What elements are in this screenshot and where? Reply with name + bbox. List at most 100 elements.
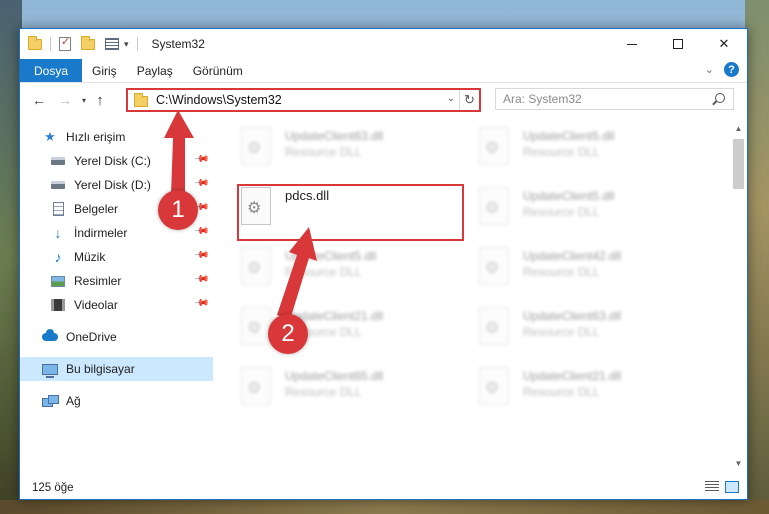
tab-view[interactable]: Görünüm [183, 59, 253, 82]
dll-file-icon [479, 247, 509, 285]
desktop-background-right [745, 0, 769, 514]
network-icon [42, 394, 59, 408]
forward-button[interactable]: → [52, 92, 78, 108]
documents-icon [50, 202, 66, 216]
sidebar-item-pictures[interactable]: Resimler 📌 [20, 269, 213, 293]
dll-file-icon [241, 127, 271, 165]
address-history-chevron-icon[interactable]: ⌄ [447, 93, 455, 104]
pin-icon[interactable]: 📌 [192, 271, 209, 288]
view-switcher [705, 481, 739, 493]
sidebar-item-label: Bu bilgisayar [66, 362, 135, 376]
pin-icon[interactable]: 📌 [192, 295, 209, 312]
minimize-icon [627, 43, 637, 45]
up-button[interactable]: ↑ [90, 92, 110, 109]
file-tile[interactable]: UpdateClient5.dll Resource DLL [479, 125, 704, 175]
desktop-background-ground [0, 500, 769, 514]
window-title: System32 [151, 37, 205, 51]
sidebar-item-this-pc[interactable]: Bu bilgisayar [20, 357, 213, 381]
downloads-icon: ↓ [54, 225, 62, 241]
vertical-scrollbar[interactable]: ▲ ▼ [731, 121, 746, 471]
sidebar-item-label: Yerel Disk (C:) [74, 154, 151, 168]
pictures-icon [50, 274, 66, 288]
minimize-button[interactable] [609, 29, 655, 59]
scroll-down-icon[interactable]: ▼ [731, 456, 746, 471]
toolbar-separator [136, 37, 138, 51]
file-name: UpdateClient5.dll [523, 189, 615, 203]
search-box[interactable]: Ara: System32 [495, 88, 734, 110]
navigation-pane: ★ Hızlı erişim Yerel Disk (C:) 📌 Yerel D… [20, 121, 213, 471]
navigation-bar: ← → ▾ ↑ C:\Windows\System32 ⌄ ↻ Ara: Sys… [20, 87, 747, 113]
address-path[interactable]: C:\Windows\System32 [156, 93, 282, 107]
maximize-icon [673, 39, 683, 49]
details-view-icon[interactable] [705, 481, 719, 493]
properties-icon[interactable] [59, 35, 71, 51]
expand-ribbon-chevron-icon[interactable]: ⌄ [705, 63, 714, 76]
file-tile[interactable]: UpdateClient21.dll Resource DLL [479, 365, 704, 415]
pin-icon[interactable]: 📌 [192, 247, 209, 264]
pin-icon[interactable]: 📌 [192, 175, 209, 192]
back-button[interactable]: ← [26, 92, 52, 108]
sidebar-item-network[interactable]: Ağ [20, 389, 213, 413]
file-type: Resource DLL [285, 265, 362, 279]
file-tile[interactable]: UpdateClient42.dll Resource DLL [479, 245, 704, 295]
close-button[interactable]: ✕ [701, 29, 747, 59]
sidebar-item-music[interactable]: ♪ Müzik 📌 [20, 245, 213, 269]
help-icon[interactable]: ? [724, 62, 739, 77]
sidebar-item-quick-access[interactable]: ★ Hızlı erişim [20, 125, 213, 149]
close-icon: ✕ [718, 36, 730, 51]
address-bar[interactable]: C:\Windows\System32 ⌄ ↻ [126, 88, 481, 112]
sidebar-item-onedrive[interactable]: OneDrive [20, 325, 213, 349]
sidebar-item-videos[interactable]: Videolar 📌 [20, 293, 213, 317]
sidebar-item-label: OneDrive [66, 330, 117, 344]
search-input[interactable]: Ara: System32 [503, 92, 582, 106]
customize-toolbar-chevron-icon[interactable]: ▾ [124, 39, 129, 50]
scroll-up-icon[interactable]: ▲ [731, 121, 746, 136]
file-type: Resource DLL [523, 265, 600, 279]
maximize-button[interactable] [655, 29, 701, 59]
step-marker-1: 1 [158, 190, 198, 230]
disk-icon [50, 154, 66, 168]
sidebar-item-label: Hızlı erişim [66, 130, 126, 144]
file-name: UpdateClient42.dll [523, 249, 622, 263]
tab-home[interactable]: Giriş [82, 59, 127, 82]
sidebar-item-local-disk-c[interactable]: Yerel Disk (C:) 📌 [20, 149, 213, 173]
pin-icon[interactable]: 📌 [192, 151, 209, 168]
new-folder-icon[interactable] [81, 35, 95, 50]
tab-file[interactable]: Dosya [20, 59, 83, 82]
item-count: 125 öğe [32, 482, 74, 494]
toolbar-separator [50, 37, 51, 51]
music-icon: ♪ [54, 249, 62, 265]
file-tile[interactable]: UpdateClient63.dll Resource DLL [241, 125, 466, 175]
file-tile[interactable]: UpdateClient63.dll Resource DLL [479, 305, 704, 355]
ribbon-right-controls: ⌄ ? [705, 62, 739, 77]
file-type: Resource DLL [285, 145, 362, 159]
dll-file-icon [479, 307, 509, 345]
file-tile-selected[interactable]: pdcs.dll [241, 185, 466, 235]
file-name: UpdateClient5.dll [523, 129, 615, 143]
sidebar-item-label: Müzik [74, 250, 106, 264]
title-bar: ▾ System32 ✕ [20, 29, 747, 59]
scroll-thumb[interactable] [733, 139, 744, 189]
refresh-button[interactable]: ↻ [459, 90, 479, 110]
file-type: Resource DLL [285, 385, 362, 399]
folder-icon [28, 35, 42, 50]
view-options-icon[interactable] [105, 38, 119, 50]
file-type: Resource DLL [523, 385, 600, 399]
file-tile[interactable]: UpdateClient65.dll Resource DLL [241, 365, 466, 415]
ribbon-tabs: Dosya Giriş Paylaş Görünüm ⌄ ? [20, 59, 747, 83]
file-list: UpdateClient63.dllResource DLL pdcs.dll … [225, 121, 730, 471]
file-name: UpdateClient63.dll [285, 129, 384, 143]
file-tile[interactable]: UpdateClient5.dll Resource DLL [479, 185, 704, 235]
sidebar-item-label: Ağ [66, 394, 81, 408]
dll-file-icon [241, 367, 271, 405]
file-tile[interactable]: UpdateClient5.dll Resource DLL [241, 245, 466, 295]
step-marker-2: 2 [268, 314, 308, 354]
file-name: UpdateClient5.dll [285, 249, 377, 263]
recent-locations-button[interactable]: ▾ [78, 96, 90, 105]
sidebar-item-label: Yerel Disk (D:) [74, 178, 151, 192]
tab-share[interactable]: Paylaş [127, 59, 183, 82]
folder-icon [134, 93, 148, 107]
videos-icon [50, 298, 66, 312]
pin-icon[interactable]: 📌 [192, 223, 209, 240]
large-icons-view-icon[interactable] [725, 481, 739, 493]
